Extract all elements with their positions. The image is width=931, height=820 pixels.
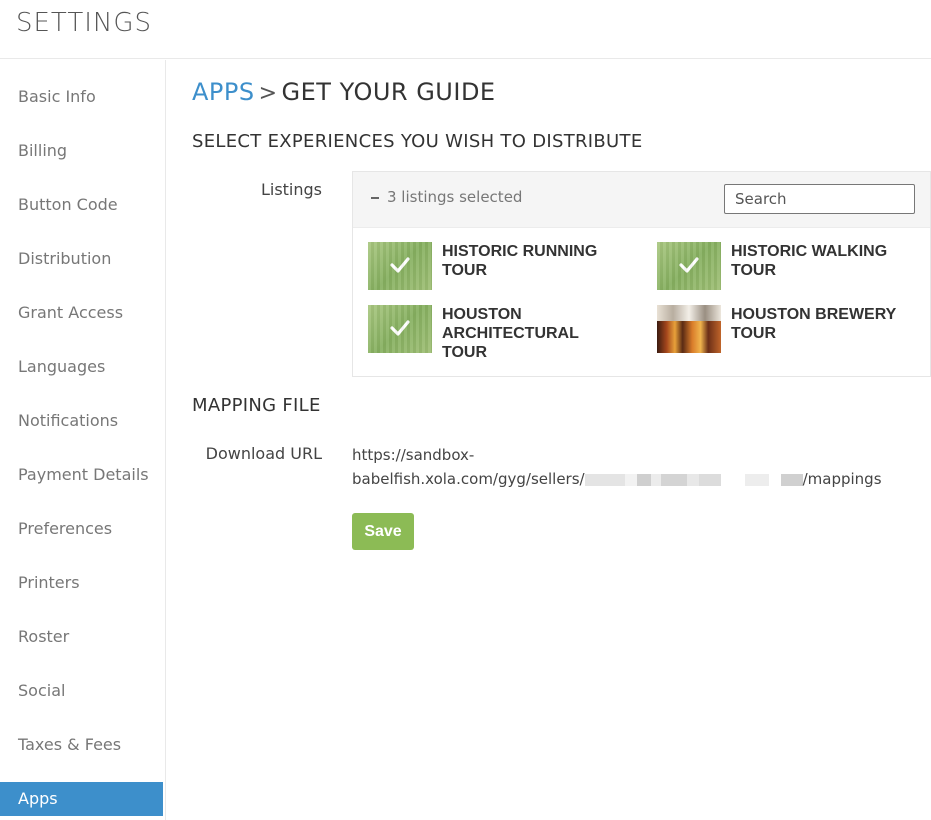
checkmark-icon [390,320,410,336]
sidebar-item-distribution[interactable]: Distribution [0,242,163,276]
sidebar-item-printers[interactable]: Printers [0,566,163,600]
listing-thumbnail [368,305,432,353]
sidebar-item-languages[interactable]: Languages [0,350,163,384]
listings-selector-header: 3 listings selected [353,172,930,228]
settings-sidebar: Basic Info Billing Button Code Distribut… [0,60,166,820]
sidebar-item-grant-access[interactable]: Grant Access [0,296,163,330]
selected-count: 3 listings selected [387,188,523,206]
sidebar-item-payment-details[interactable]: Payment Details [0,458,163,492]
sidebar-item-social[interactable]: Social [0,674,163,708]
download-url-label: Download URL [205,444,322,463]
listing-name: HISTORIC WALKING TOUR [731,243,888,279]
sidebar-item-roster[interactable]: Roster [0,620,163,654]
sidebar-item-apps[interactable]: Apps [0,782,163,816]
sidebar-item-button-code[interactable]: Button Code [0,188,163,222]
checkmark-icon [390,257,410,273]
listings-selector: 3 listings selected HISTORIC RUNNING TOU… [352,171,931,377]
download-url-value: https://sandbox- babelfish.xola.com/gyg/… [352,443,912,491]
listing-thumbnail [657,242,721,290]
listing-thumbnail [657,305,721,353]
sidebar-item-basic-info[interactable]: Basic Info [0,80,163,114]
listing-name: HISTORIC RUNNING TOUR [442,243,598,279]
breadcrumb-apps-link[interactable]: APPS [192,78,255,106]
experiences-section-title: SELECT EXPERIENCES YOU WISH TO DISTRIBUT… [192,131,643,152]
page-header-title: SETTINGS [16,8,153,38]
sidebar-item-notifications[interactable]: Notifications [0,404,163,438]
listing-name: HOUSTON BREWERY TOUR [731,306,897,342]
listings-label: Listings [260,180,322,199]
breadcrumb-current: GET YOUR GUIDE [281,78,496,106]
download-url-line1: https://sandbox- [352,446,475,464]
sidebar-item-preferences[interactable]: Preferences [0,512,163,546]
checkmark-icon [679,257,699,273]
sidebar-item-billing[interactable]: Billing [0,134,163,168]
listing-item-historic-running-tour[interactable]: HISTORIC RUNNING TOUR [368,242,638,292]
minus-icon[interactable] [369,186,381,206]
top-bar: SETTINGS [0,0,931,59]
sidebar-item-taxes-fees[interactable]: Taxes & Fees [0,728,163,762]
save-button[interactable]: Save [352,513,414,550]
redacted-segment [584,470,803,488]
listing-item-historic-walking-tour[interactable]: HISTORIC WALKING TOUR [657,242,927,292]
search-input[interactable] [724,184,915,214]
listing-thumbnail [368,242,432,290]
mapping-section-title: MAPPING FILE [192,395,321,416]
listing-item-houston-architectural-tour[interactable]: HOUSTON ARCHITECTURAL TOUR [368,305,638,365]
listing-item-houston-brewery-tour[interactable]: HOUSTON BREWERY TOUR [657,305,927,355]
download-url-prefix: babelfish.xola.com/gyg/sellers/ [352,470,585,488]
listing-name: HOUSTON ARCHITECTURAL TOUR [442,306,579,361]
breadcrumb-separator: > [258,81,278,106]
breadcrumb: APPS > GET YOUR GUIDE [192,78,496,106]
download-url-suffix: /mappings [802,470,882,488]
